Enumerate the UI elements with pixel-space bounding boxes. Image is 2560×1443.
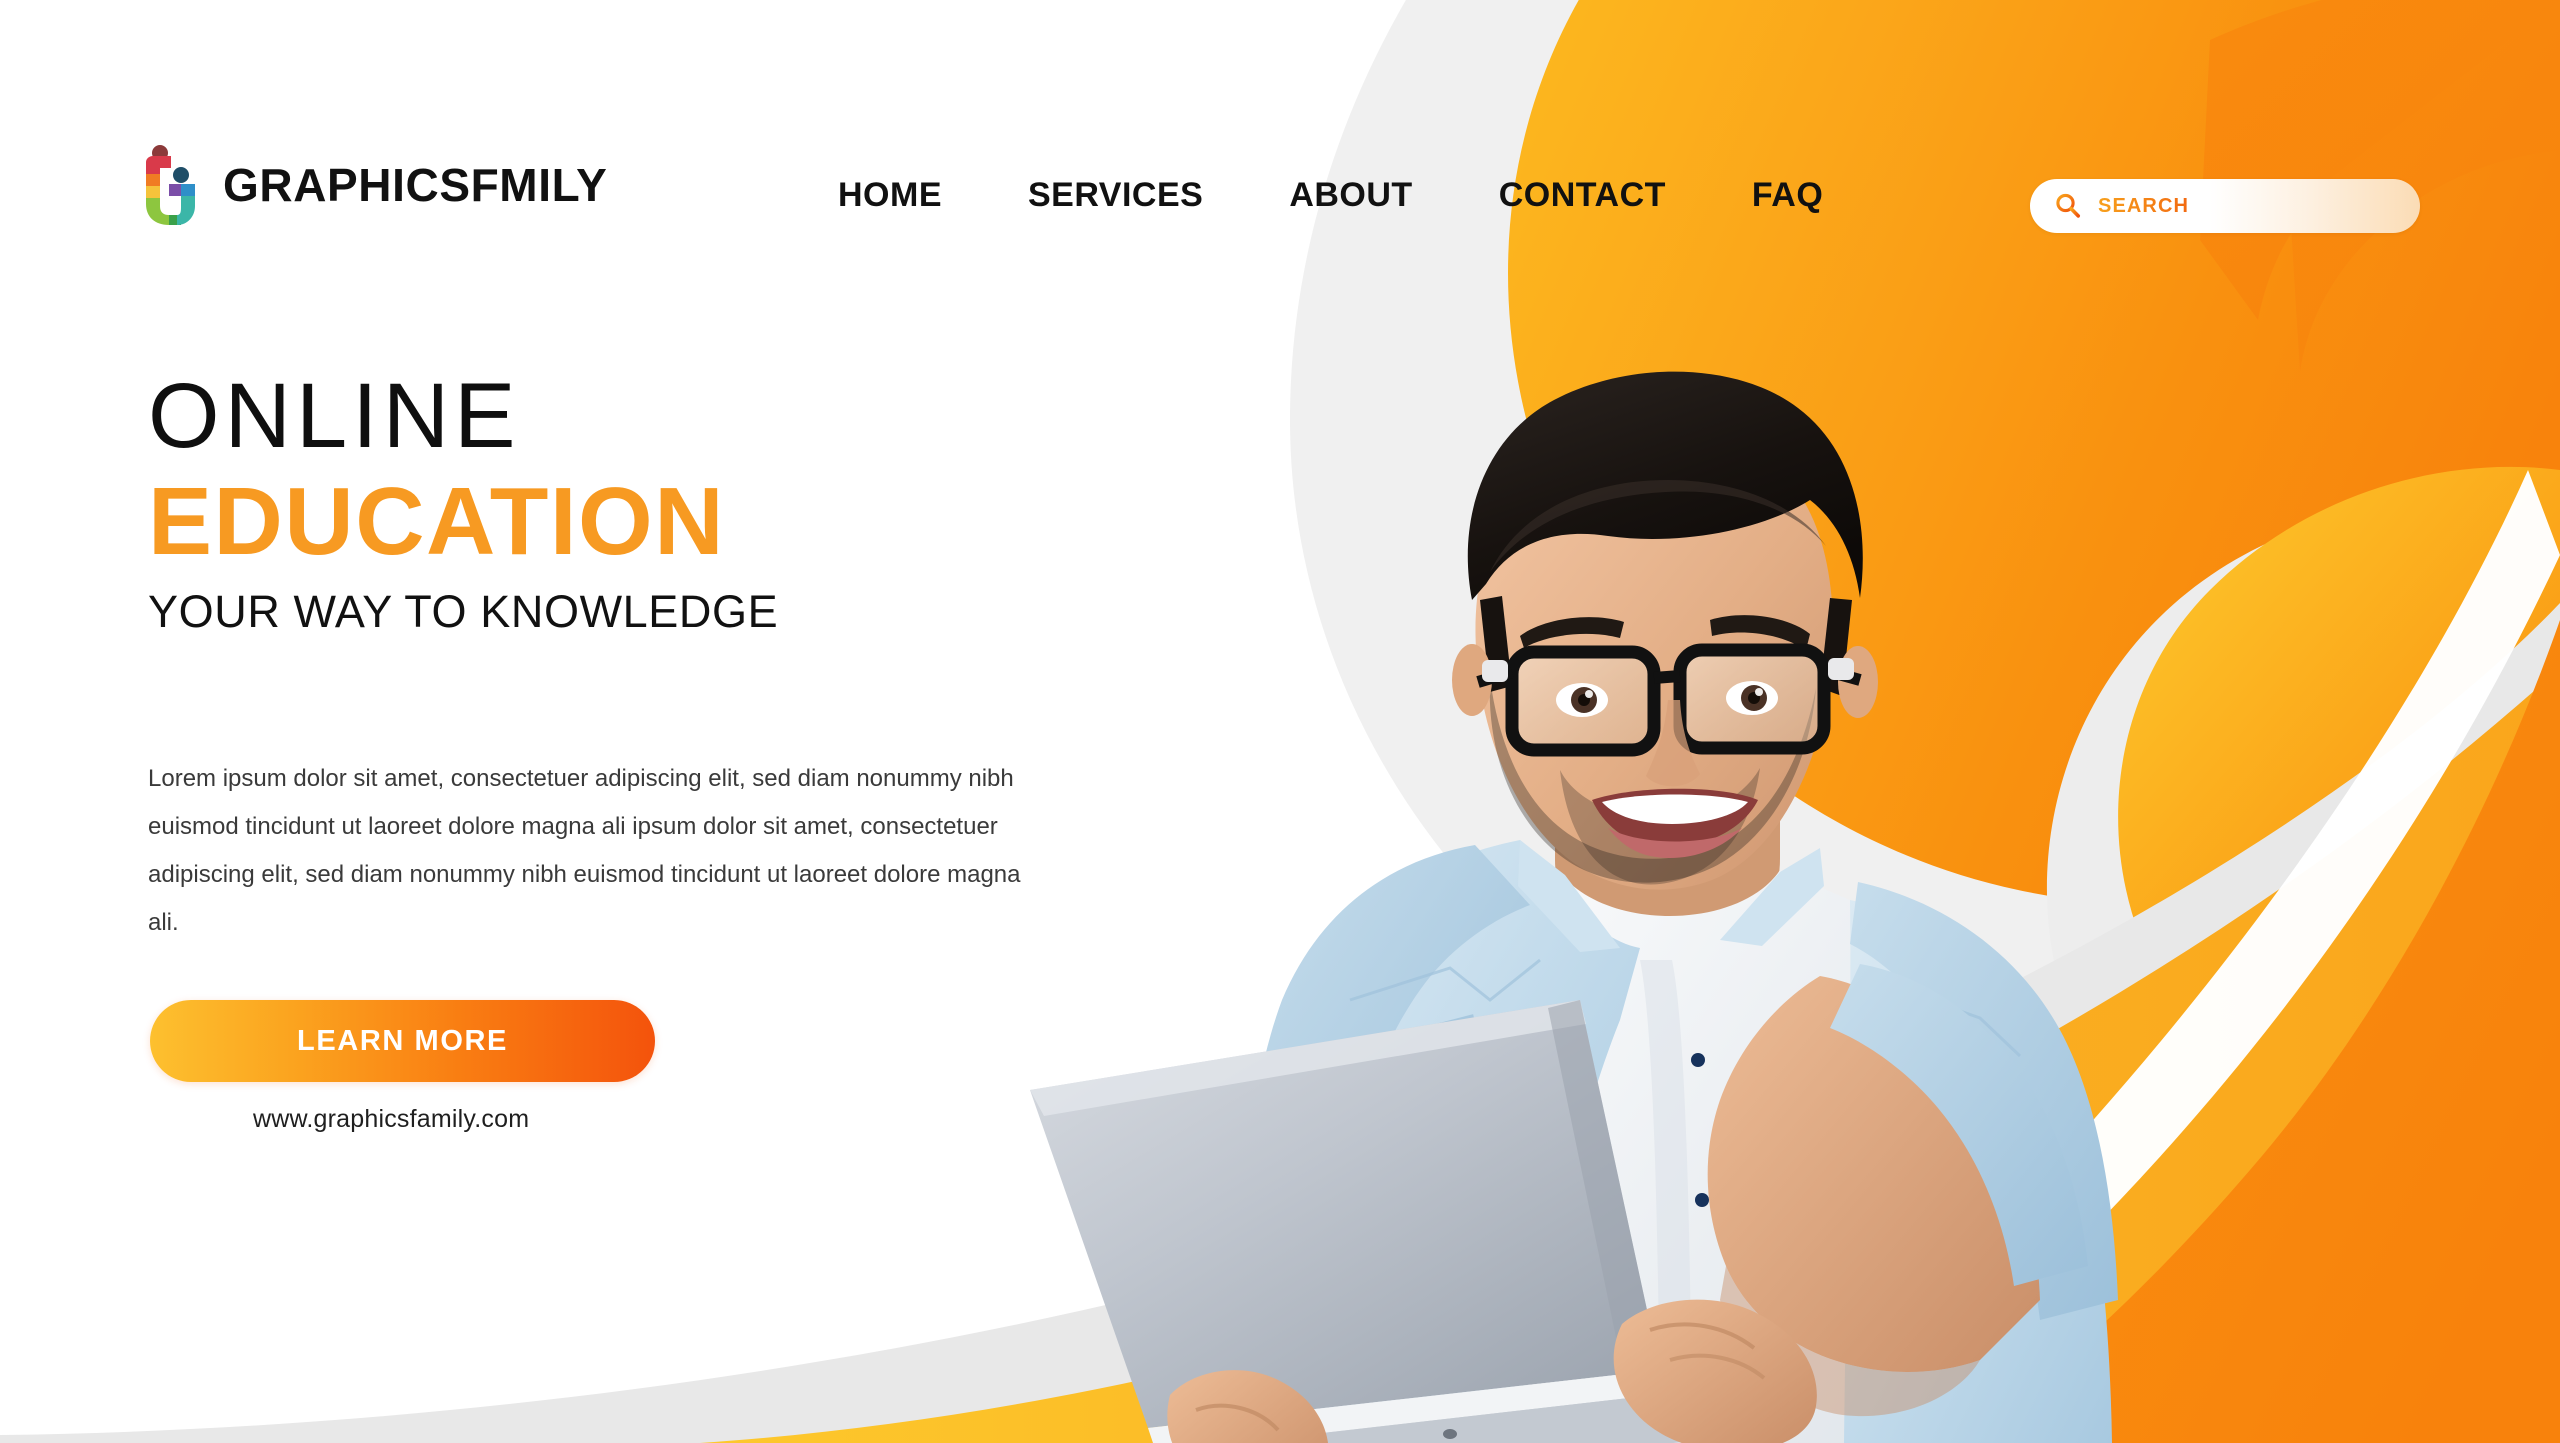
landing-page: GRAPHICSFMILY HOME SERVICES ABOUT CONTAC…: [0, 0, 2560, 1443]
main-navigation: HOME SERVICES ABOUT CONTACT FAQ: [838, 176, 1823, 215]
search-icon: [2056, 193, 2080, 218]
orange-bottom-right-field: [1960, 560, 2560, 1443]
orange-small-circle: [2062, 1368, 2382, 1443]
nav-item-about[interactable]: ABOUT: [1289, 176, 1412, 215]
learn-more-button[interactable]: LEARN MORE: [150, 1000, 655, 1082]
hero-paragraph: Lorem ipsum dolor sit amet, consectetuer…: [148, 765, 1021, 936]
graphicsfamily-logo-icon: [146, 145, 195, 225]
hero-photo: [1020, 300, 2200, 1443]
nav-item-contact[interactable]: CONTACT: [1499, 176, 1666, 215]
white-arc-separator: [1760, 470, 2560, 1443]
orange-blob-right: [2118, 466, 2560, 1154]
hero-title-line2: EDUCATION: [148, 467, 726, 575]
hero-title-line1: ONLINE: [148, 365, 521, 467]
nav-item-services[interactable]: SERVICES: [1028, 176, 1203, 215]
search-bar[interactable]: SEARCH: [2030, 179, 2420, 233]
website-url[interactable]: www.graphicsfamily.com: [253, 1105, 529, 1134]
search-placeholder-text: SEARCH: [2098, 194, 2190, 217]
person-with-laptop-illustration: [1030, 371, 2118, 1443]
learn-more-label: LEARN MORE: [297, 1024, 508, 1057]
eyeglasses-icon: [1476, 643, 1862, 757]
hero-heading-group: ONLINE EDUCATION YOUR WAY TO KNOWLEDGE: [148, 365, 1048, 637]
laptop-icon: [1030, 1000, 1780, 1443]
site-header: GRAPHICSFMILY HOME SERVICES ABOUT CONTAC…: [0, 0, 2560, 260]
brand-name: GRAPHICSFMILY: [223, 159, 608, 211]
nav-item-faq[interactable]: FAQ: [1752, 176, 1823, 215]
hero-subtitle: YOUR WAY TO KNOWLEDGE: [148, 585, 779, 637]
gray-shadow-blob-right: [2046, 501, 2560, 1236]
nav-item-home[interactable]: HOME: [838, 176, 942, 215]
brand-logo[interactable]: GRAPHICSFMILY: [143, 144, 607, 226]
